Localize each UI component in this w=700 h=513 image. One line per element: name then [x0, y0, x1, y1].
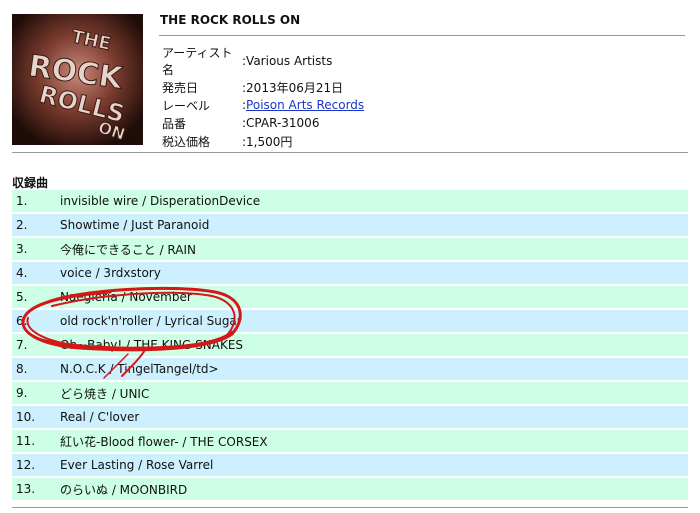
track-title: Showtime / Just Paranoid [60, 214, 688, 236]
track-number: 2. [12, 214, 60, 236]
detail-label: レーベル [162, 98, 211, 113]
detail-label: 品番 [162, 116, 187, 131]
album-title: THE ROCK ROLLS ON [160, 13, 301, 27]
track-number: 12. [12, 454, 60, 476]
track-row: 3. 今俺にできること / RAIN [12, 238, 688, 260]
track-number: 11. [12, 430, 60, 452]
track-title: Naegleria / November [60, 286, 688, 308]
detail-value: :2013年06月21日 [242, 80, 344, 95]
track-row: 1. invisible wire / DisperationDevice [12, 190, 688, 212]
track-number: 4. [12, 262, 60, 284]
track-title: 紅い花-Blood flower- / THE CORSEX [60, 430, 688, 452]
track-title: のらいぬ / MOONBIRD [60, 478, 688, 500]
track-row: 6. old rock'n'roller / Lyrical Sugar [12, 310, 688, 332]
track-title: N.O.C.K / TingelTangel/td> [60, 358, 688, 380]
track-number: 5. [12, 286, 60, 308]
track-title: 今俺にできること / RAIN [60, 238, 688, 260]
detail-value: :Poison Arts Records [242, 96, 364, 114]
detail-label: 税込価格 [162, 134, 211, 149]
track-title: old rock'n'roller / Lyrical Sugar [60, 310, 688, 332]
track-number: 1. [12, 190, 60, 212]
track-number: 9. [12, 382, 60, 404]
tracklist-table: 1. invisible wire / DisperationDevice 2. S… [12, 188, 688, 502]
detail-label: アーティスト名 [162, 46, 233, 77]
detail-value: :Various Artists [242, 54, 333, 68]
detail-release-date: 発売日 :2013年06月21日 [162, 78, 364, 96]
section-divider [12, 152, 688, 153]
track-row: 10. Real / C'lover [12, 406, 688, 428]
detail-artist: アーティスト名 :Various Artists [162, 44, 364, 78]
track-number: 3. [12, 238, 60, 260]
detail-label: 発売日 [162, 80, 199, 95]
track-title: Ever Lasting / Rose Varrel [60, 454, 688, 476]
track-number: 6. [12, 310, 60, 332]
track-number: 7. [12, 334, 60, 356]
track-row: 2. Showtime / Just Paranoid [12, 214, 688, 236]
detail-value: :1,500円 [242, 134, 293, 149]
track-number: 8. [12, 358, 60, 380]
label-link[interactable]: Poison Arts Records [246, 98, 364, 112]
track-row: 5. Naegleria / November [12, 286, 688, 308]
bottom-divider [12, 507, 688, 508]
track-title: voice / 3rdxstory [60, 262, 688, 284]
track-row: 9. どら焼き / UNIC [12, 382, 688, 404]
track-row: 12. Ever Lasting / Rose Varrel [12, 454, 688, 476]
track-row: 11. 紅い花-Blood flower- / THE CORSEX [12, 430, 688, 452]
title-divider [159, 35, 685, 36]
detail-label-name: レーベル :Poison Arts Records [162, 96, 364, 114]
track-number: 10. [12, 406, 60, 428]
track-row: 8. N.O.C.K / TingelTangel/td> [12, 358, 688, 380]
track-number: 13. [12, 478, 60, 500]
album-cover-art: THE ROCK ROLLS ON [12, 14, 143, 145]
detail-catalog-number: 品番 :CPAR-31006 [162, 114, 364, 132]
track-title: Oh~Baby! / THE KING SNAKES [60, 334, 688, 356]
album-cover: THE ROCK ROLLS ON [12, 14, 143, 145]
track-title: Real / C'lover [60, 406, 688, 428]
track-title: どら焼き / UNIC [60, 382, 688, 404]
detail-price: 税込価格 :1,500円 [162, 132, 364, 150]
track-row: 13. のらいぬ / MOONBIRD [12, 478, 688, 500]
detail-value: :CPAR-31006 [242, 116, 320, 130]
track-row: 7. Oh~Baby! / THE KING SNAKES [12, 334, 688, 356]
track-row: 4. voice / 3rdxstory [12, 262, 688, 284]
track-title: invisible wire / DisperationDevice [60, 190, 688, 212]
album-details: アーティスト名 :Various Artists 発売日 :2013年06月21… [162, 44, 364, 150]
